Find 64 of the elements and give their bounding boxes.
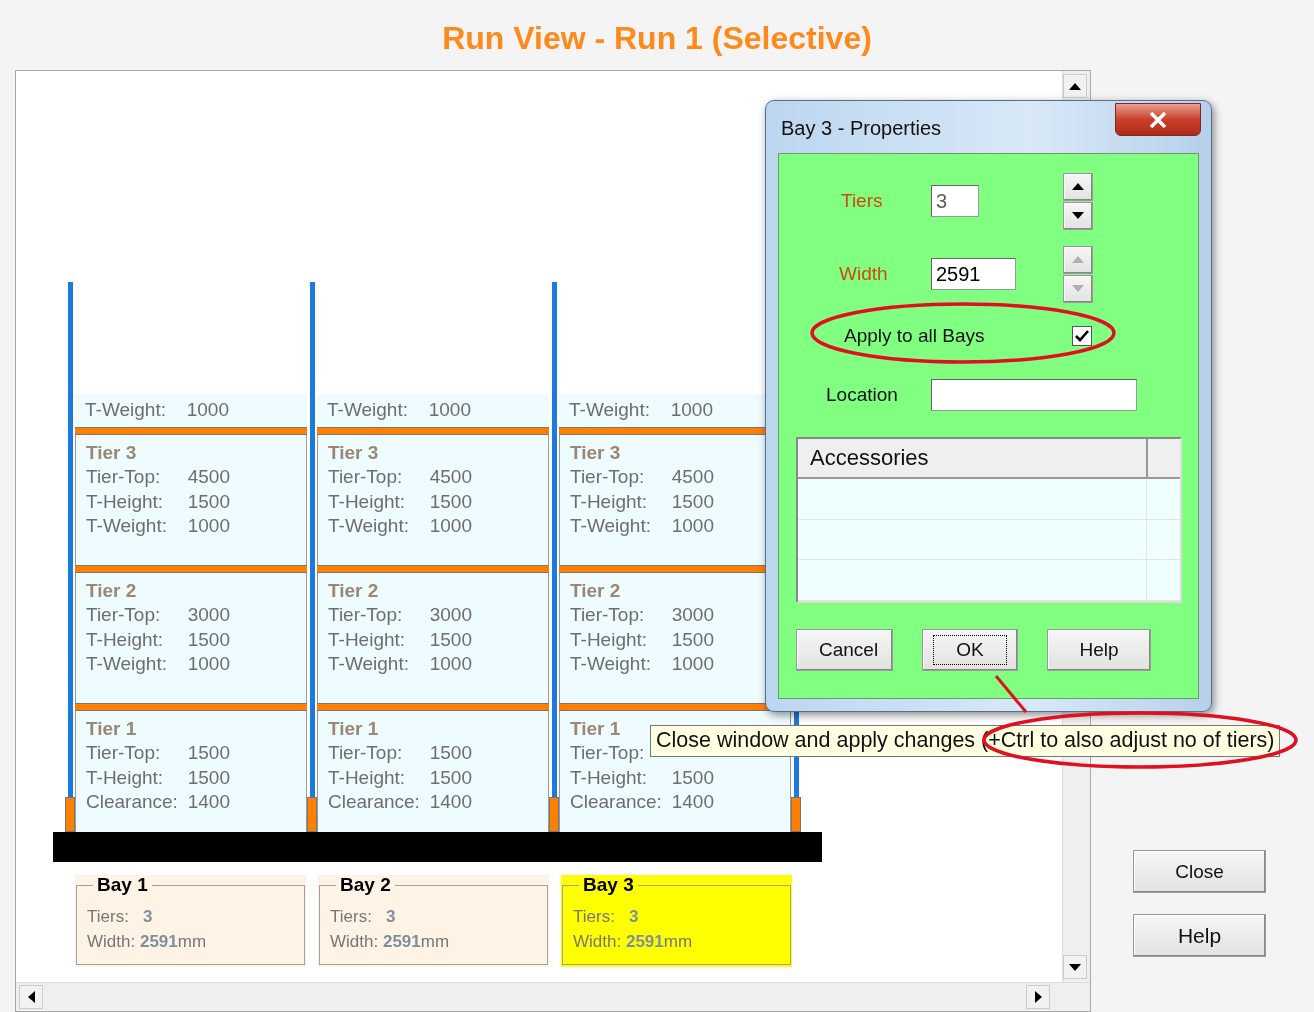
tier-property: Tier-Top: 4500 [570,465,714,489]
tier-property: T-Height: 1500 [86,489,230,514]
tier-property: T-Weight: 1000 [328,514,472,538]
weight-line: T-Weight: 1000 [327,398,471,423]
tier-property: T-Height: 1500 [570,627,714,652]
accessories-list[interactable]: Accessories [796,437,1182,603]
tiers-summary: Tiers: 3 [573,906,640,928]
checkbox-label: Apply to all Bays [843,325,986,347]
width-summary: Width: 2591mm [573,931,694,953]
field-label: Location [825,384,899,406]
tier-property: Tier-Top: 4500 [86,465,230,489]
width-summary: Width: 2591mm [87,931,208,953]
tier-property: Tier-Top: 1500 [328,741,472,765]
dialog-button[interactable]: Help [1047,629,1151,671]
page-title: Run View - Run 1 (Selective) [442,20,872,56]
tier-property: T-Height: 1500 [570,765,714,790]
side-button[interactable]: Close [1133,850,1266,893]
tier-property: T-Height: 1500 [570,489,714,514]
tier-property: Clearance: 1400 [570,790,714,814]
tier-property: T-Weight: 1000 [86,514,230,538]
tier-property: T-Height: 1500 [328,765,472,790]
tier-property: Tier-Top: 4500 [328,465,472,489]
input-field[interactable]: 2591 [931,258,1016,290]
tier-title: Tier 1 [570,717,621,741]
tier-title: Tier 1 [86,717,137,741]
tier-title: Tier 2 [570,579,621,603]
tier-property: T-Weight: 1000 [570,652,714,676]
tier-property: T-Height: 1500 [86,627,230,652]
dialog-title: Bay 3 - Properties [781,117,942,140]
bay-title: Bay 1 [93,875,152,895]
tier-property: Tier-Top: [570,741,646,765]
dialog-button[interactable]: Cancel [796,629,893,671]
bay-card[interactable]: Bay 2 Tiers: 3 Width: 2591mm [318,875,549,967]
field-label: Width [838,263,889,285]
tier-property: T-Weight: 1000 [86,652,230,676]
width-summary: Width: 2591mm [330,931,451,953]
tier-property: Tier-Top: 3000 [328,603,472,627]
field-label: Tiers [840,190,884,212]
bay-card[interactable]: Bay 3 Tiers: 3 Width: 2591mm [561,875,792,967]
tiers-summary: Tiers: 3 [87,906,154,928]
tier-property: T-Height: 1500 [328,489,472,514]
tier-property: T-Height: 1500 [328,627,472,652]
side-button[interactable]: Help [1133,914,1266,957]
tier-property: T-Weight: 1000 [570,514,714,538]
tier-property: T-Height: 1500 [86,765,230,790]
tier-title: Tier 2 [86,579,137,603]
tier-property: Tier-Top: 1500 [86,741,230,765]
tier-property: Tier-Top: 3000 [86,603,230,627]
bay-title: Bay 3 [579,875,638,895]
tier-property: T-Weight: 1000 [328,652,472,676]
tier-title: Tier 3 [86,441,137,465]
dialog-button[interactable]: OK [922,629,1018,671]
tier-property: Clearance: 1400 [328,790,472,814]
tier-title: Tier 2 [328,579,379,603]
weight-line: T-Weight: 1000 [569,398,713,423]
tiers-summary: Tiers: 3 [330,906,397,928]
bay-title: Bay 2 [336,875,395,895]
tier-property: Clearance: 1400 [86,790,230,814]
weight-line: T-Weight: 1000 [85,398,229,423]
tier-title: Tier 1 [328,717,379,741]
tier-title: Tier 3 [328,441,379,465]
tier-title: Tier 3 [570,441,621,465]
tier-property: Tier-Top: 3000 [570,603,714,627]
bay-card[interactable]: Bay 1 Tiers: 3 Width: 2591mm [75,875,306,967]
